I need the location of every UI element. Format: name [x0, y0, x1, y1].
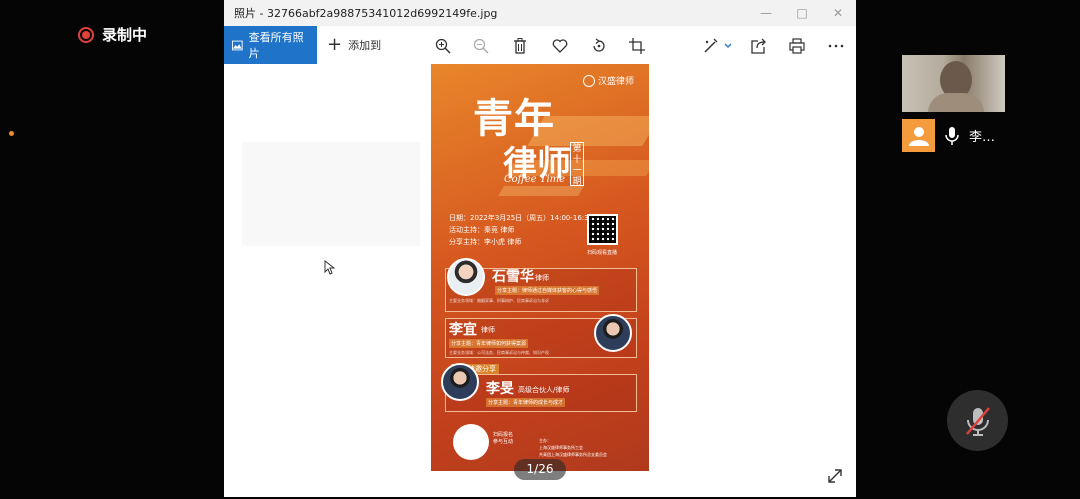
speaker-avatar — [441, 363, 479, 401]
mute-button[interactable] — [947, 390, 1008, 451]
logo-text: 汉盛律师 — [598, 77, 635, 87]
organizer-name: 上海汉盛律师事务所工会 — [539, 445, 583, 450]
share-icon[interactable] — [749, 36, 769, 56]
participant-avatar — [902, 119, 935, 152]
mic-off-icon — [965, 406, 990, 436]
zoom-in-icon[interactable] — [433, 36, 453, 56]
speaker-role: 律师 — [481, 326, 495, 334]
maximize-icon[interactable]: □ — [784, 6, 820, 20]
rotate-icon[interactable] — [589, 36, 609, 56]
person-icon — [908, 126, 929, 146]
recording-indicator: 录制中 — [78, 24, 147, 45]
background-shade — [242, 142, 420, 246]
poster-sharer: 分享主持：李小虎 律师 — [449, 238, 522, 246]
expand-icon[interactable] — [827, 468, 843, 484]
signup-qr-caption: 扫码报名 参与互动 — [493, 432, 514, 445]
speaker-avatar — [594, 314, 632, 352]
speaker-role: 高级合伙人/律师 — [518, 386, 570, 394]
speaker-topic: 分享主题：青年律师如何获得案源 — [449, 339, 529, 348]
mouse-cursor-icon — [324, 260, 335, 275]
image-viewport[interactable]: 汉盛律师 青年 律师 第十一期 Coffee Time 日期：2022年3月25… — [224, 64, 856, 497]
zoom-out-icon[interactable] — [471, 36, 491, 56]
title-bar: 照片 - 32766abf2a98875341012d6992149fe.jpg… — [224, 0, 856, 26]
home-indicator[interactable] — [401, 483, 679, 489]
poster-image: 汉盛律师 青年 律师 第十一期 Coffee Time 日期：2022年3月25… — [431, 64, 649, 471]
qr-caption: 扫码观看直播 — [587, 250, 618, 256]
poster-subtitle: Coffee Time — [504, 174, 566, 185]
crop-icon[interactable] — [627, 36, 647, 56]
participant-video[interactable] — [902, 55, 1005, 112]
plus-icon: + — [327, 34, 343, 55]
speaker-name: 石雪华 — [492, 269, 534, 285]
qr-code — [587, 214, 618, 245]
page-counter: 1/26 — [514, 459, 566, 480]
edit-icon[interactable] — [701, 36, 735, 56]
speaker-avatar — [447, 258, 485, 296]
decor-stripe — [498, 186, 584, 196]
status-dot — [9, 131, 14, 136]
microphone-icon — [945, 126, 959, 145]
poster-host: 活动主持：秦竞 律师 — [449, 226, 515, 234]
window-title: 照片 - 32766abf2a98875341012d6992149fe.jpg — [234, 7, 498, 20]
photo-icon — [232, 40, 243, 50]
favorite-icon[interactable] — [550, 36, 570, 56]
view-all-photos-button[interactable]: 查看所有照片 — [224, 26, 317, 64]
poster-info: 日期：2022年3月25日（周五）14:00-16:30 活动主持：秦竞 律师 … — [449, 212, 593, 248]
view-all-label: 查看所有照片 — [248, 31, 304, 60]
add-to-button[interactable]: + 添加到 — [317, 36, 381, 54]
signup-qr-code — [453, 424, 489, 460]
record-icon — [78, 26, 94, 43]
participant-row[interactable]: 李… — [902, 119, 995, 152]
photos-window: 照片 - 32766abf2a98875341012d6992149fe.jpg… — [224, 0, 856, 497]
poster-issue: 第十一期 — [570, 142, 584, 187]
speaker-desc: 主要业务领域：公司法务、民商事诉讼与仲裁、知识产权 — [449, 350, 549, 355]
speaker-name: 李旻 — [486, 381, 514, 397]
participant-name: 李… — [969, 130, 996, 145]
speaker-role: 律师 — [535, 274, 549, 282]
delete-icon[interactable] — [510, 36, 530, 56]
close-icon[interactable]: ✕ — [820, 6, 856, 20]
speaker-topic: 分享主题：律师通过自媒体获客的心得与感悟 — [495, 286, 600, 295]
poster-logo: 汉盛律师 — [583, 74, 634, 87]
organizer-label: 主办： — [539, 438, 551, 443]
speaker-name: 李宜 — [449, 322, 477, 338]
speaker-desc: 主要业务领域：婚姻家事、刑事辩护、民商事诉讼与非诉 — [449, 298, 549, 303]
co-organizer-name: 共青团上海汉盛律师事务所总支委员会 — [539, 452, 607, 457]
poster-date: 日期：2022年3月25日（周五）14:00-16:30 — [449, 214, 594, 222]
add-to-label: 添加到 — [348, 39, 382, 52]
recording-label: 录制中 — [102, 26, 148, 44]
organizer-block: 主办： 上海汉盛律师事务所工会 共青团上海汉盛律师事务所总支委员会 — [539, 437, 607, 458]
more-icon[interactable] — [826, 36, 846, 56]
minimize-icon[interactable]: — — [748, 6, 784, 20]
print-icon[interactable] — [787, 36, 807, 56]
logo-seal-icon — [583, 74, 595, 87]
speaker-topic: 分享主题：青年律师的成长与成才 — [486, 398, 566, 407]
